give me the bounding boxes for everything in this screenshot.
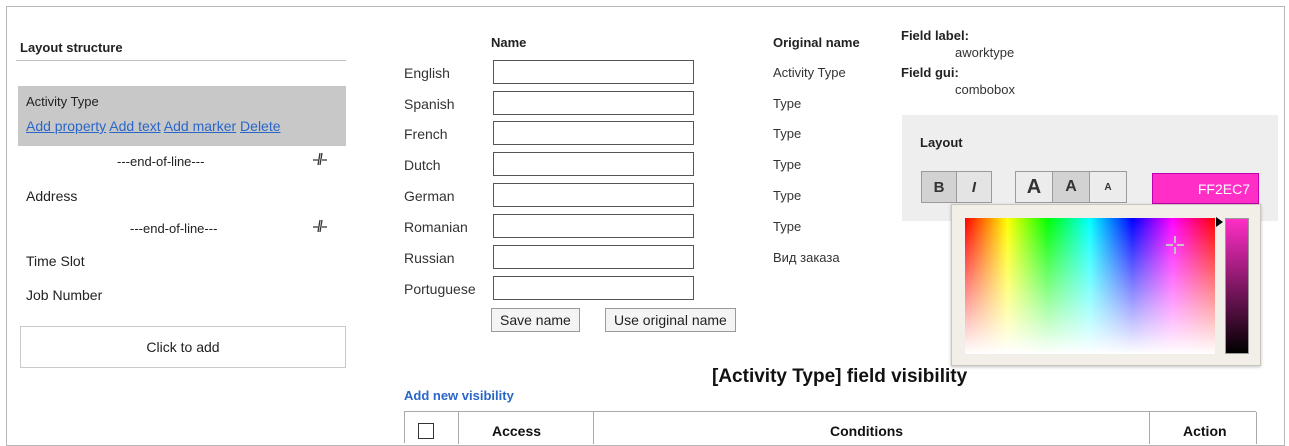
title-divider: [16, 60, 346, 61]
name-input-russian[interactable]: [493, 245, 694, 269]
access-header-cell: Access: [459, 412, 594, 444]
select-all-cell: [405, 412, 459, 444]
field-gui-title: Field gui:: [901, 65, 959, 80]
language-label-french: French: [404, 126, 448, 142]
use-original-name-button[interactable]: Use original name: [605, 308, 736, 332]
name-input-french[interactable]: [493, 121, 694, 145]
conditions-header-cell: Conditions: [594, 412, 1150, 444]
layout-item-actions: Add property Add text Add marker Delete: [26, 118, 281, 134]
language-label-russian: Russian: [404, 250, 455, 266]
font-size-medium-button[interactable]: A: [1052, 171, 1090, 203]
language-label-dutch: Dutch: [404, 157, 441, 173]
add-marker-link[interactable]: Add marker: [164, 118, 236, 134]
action-header-cell: Action: [1150, 412, 1257, 444]
line-break-icon[interactable]: [312, 218, 328, 237]
name-input-english[interactable]: [493, 60, 694, 84]
layout-item-activity-type[interactable]: Activity Type Add property Add text Add …: [18, 86, 346, 146]
name-input-german[interactable]: [493, 183, 694, 207]
name-input-portuguese[interactable]: [493, 276, 694, 300]
add-new-visibility-link[interactable]: Add new visibility: [404, 388, 514, 403]
select-all-checkbox[interactable]: [418, 423, 434, 439]
save-name-button[interactable]: Save name: [491, 308, 580, 332]
end-of-line-marker: ---end-of-line---: [130, 221, 218, 236]
layout-item-job-number[interactable]: Job Number: [26, 287, 102, 303]
name-column-header: Name: [491, 35, 527, 50]
language-label-romanian: Romanian: [404, 219, 468, 235]
language-label-spanish: Spanish: [404, 96, 455, 112]
name-input-dutch[interactable]: [493, 152, 694, 176]
visibility-title: [Activity Type] field visibility: [712, 366, 968, 387]
add-property-link[interactable]: Add property: [26, 118, 106, 134]
original-name-dutch: Type: [773, 157, 802, 172]
original-name-russian: Вид заказа: [773, 250, 840, 265]
layout-item-time-slot[interactable]: Time Slot: [26, 253, 85, 269]
italic-button[interactable]: I: [956, 171, 992, 203]
name-input-romanian[interactable]: [493, 214, 694, 238]
visibility-table: Access Conditions Action: [404, 411, 1257, 444]
layout-item-label: Activity Type: [26, 94, 99, 109]
language-label-english: English: [404, 65, 450, 81]
add-text-link[interactable]: Add text: [109, 118, 160, 134]
language-label-german: German: [404, 188, 455, 204]
action-column-header: Action: [1183, 423, 1227, 439]
hue-pointer-icon[interactable]: [1216, 214, 1224, 230]
field-label-title: Field label:: [901, 28, 969, 43]
original-name-german: Type: [773, 188, 802, 203]
hue-slider[interactable]: [1225, 218, 1249, 354]
end-of-line-marker: ---end-of-line---: [117, 154, 205, 169]
picker-crosshair-icon[interactable]: [1166, 236, 1184, 257]
access-column-header: Access: [492, 423, 542, 439]
layout-item-address[interactable]: Address: [26, 188, 77, 204]
delete-link[interactable]: Delete: [240, 118, 280, 134]
original-name-romanian: Type: [773, 219, 802, 234]
layout-panel-title: Layout: [920, 135, 963, 150]
font-size-small-button[interactable]: A: [1089, 171, 1127, 203]
font-size-large-button[interactable]: A: [1015, 171, 1053, 203]
field-label-value: aworktype: [955, 45, 1015, 60]
color-hex-input[interactable]: [1152, 173, 1259, 204]
click-to-add-button[interactable]: Click to add: [20, 326, 346, 368]
language-label-portuguese: Portuguese: [404, 281, 476, 297]
original-name-column-header: Original name: [773, 35, 860, 50]
original-name-spanish: Type: [773, 96, 802, 111]
original-name-english: Activity Type: [773, 65, 846, 80]
name-input-spanish[interactable]: [493, 91, 694, 115]
layout-structure-title: Layout structure: [20, 40, 123, 55]
line-break-icon[interactable]: [312, 151, 328, 170]
conditions-column-header: Conditions: [830, 423, 904, 439]
bold-button[interactable]: B: [921, 171, 957, 203]
color-picker: [951, 204, 1261, 366]
original-name-french: Type: [773, 126, 802, 141]
field-gui-value: combobox: [955, 82, 1015, 97]
